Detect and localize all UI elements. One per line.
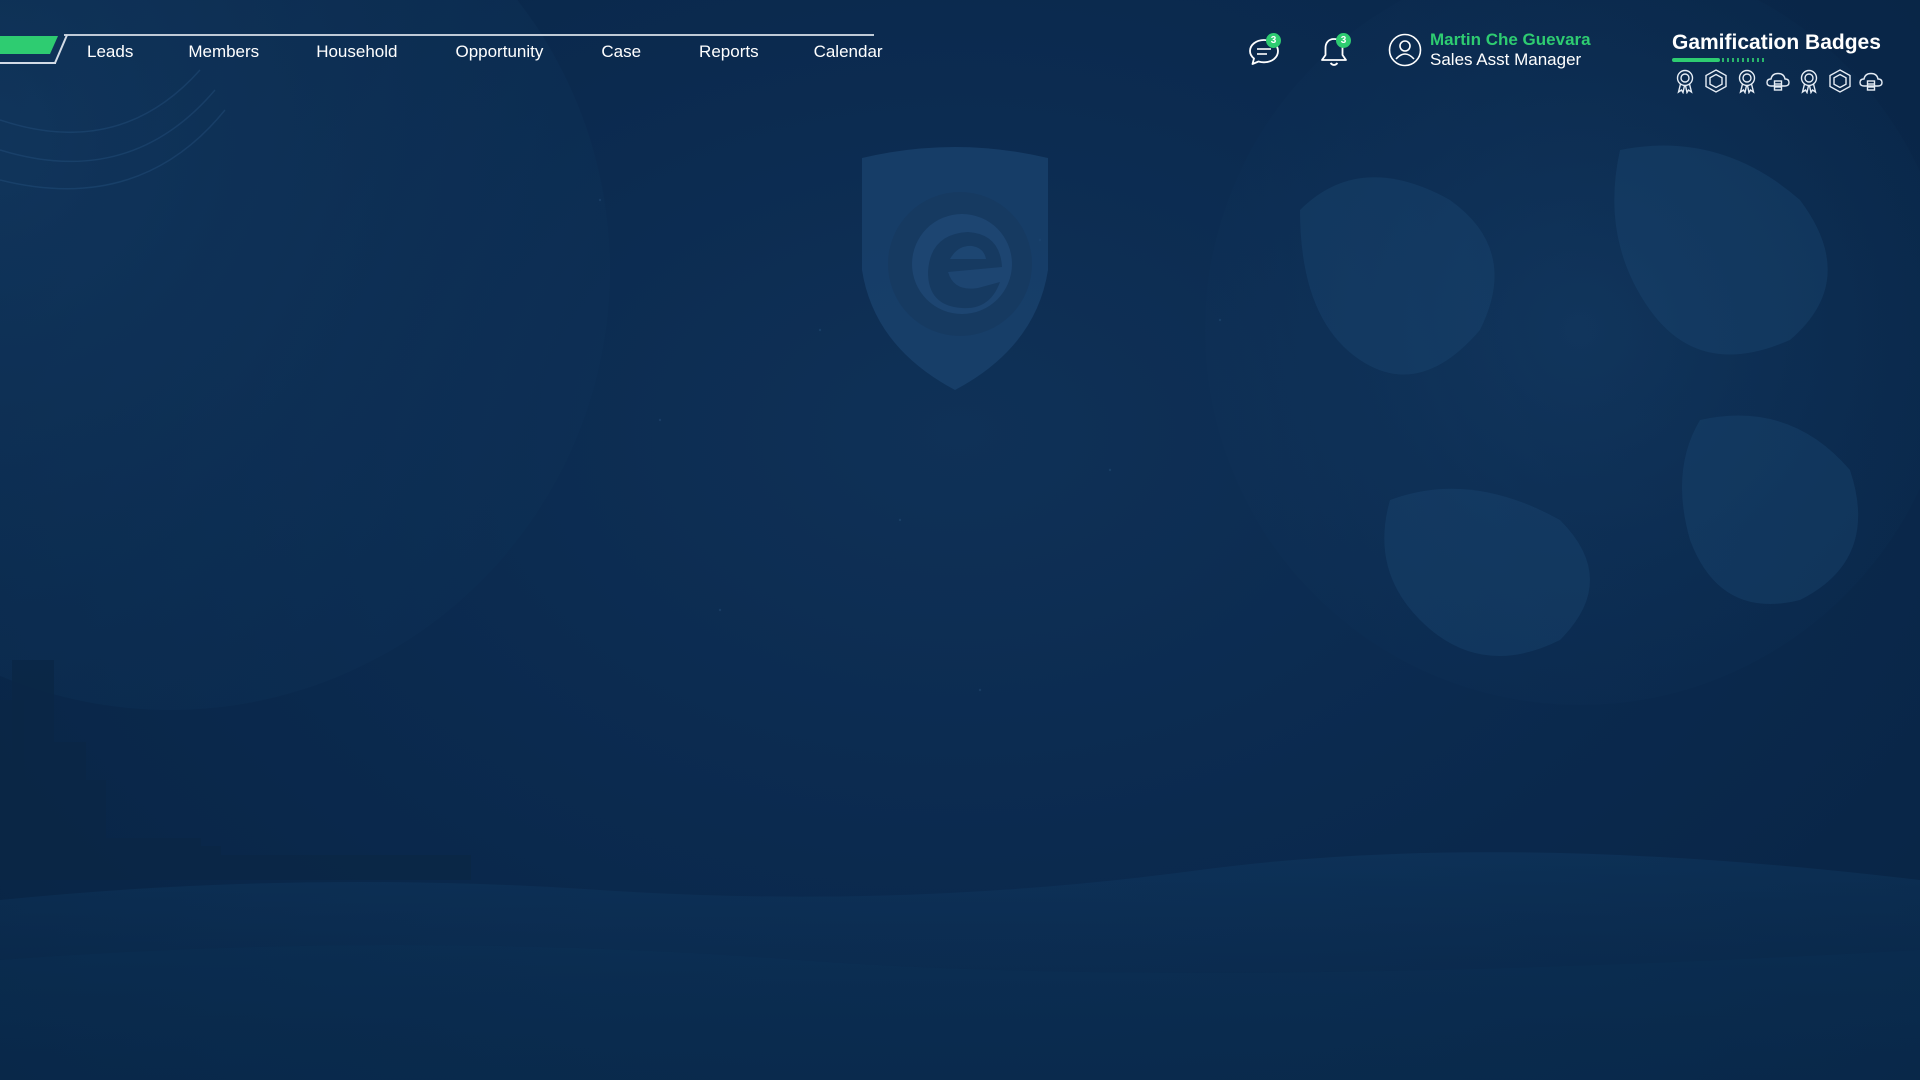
messages-count-badge: 3	[1266, 33, 1281, 48]
hexagon-icon[interactable]	[1703, 68, 1729, 94]
nav-item-reports[interactable]: Reports	[699, 42, 759, 62]
user-text: Martin Che Guevara Sales Asst Manager	[1430, 30, 1591, 70]
award-icon[interactable]	[1672, 68, 1698, 94]
award-icon[interactable]	[1796, 68, 1822, 94]
notifications-count-badge: 3	[1336, 33, 1351, 48]
nav-item-members[interactable]: Members	[188, 42, 259, 62]
user-avatar-icon	[1388, 33, 1422, 67]
hexagon-icon[interactable]	[1827, 68, 1853, 94]
brand-shield-logo	[862, 147, 1048, 390]
nav-item-opportunity[interactable]: Opportunity	[455, 42, 543, 62]
cloud-badge-icon[interactable]	[1765, 68, 1791, 94]
messages-button[interactable]: 3	[1246, 33, 1282, 70]
main-nav: Leads Members Household Opportunity Case…	[0, 34, 883, 64]
gamification-badges	[1672, 68, 1892, 94]
user-role: Sales Asst Manager	[1430, 50, 1582, 69]
gamification-progress	[1672, 58, 1766, 62]
award-icon[interactable]	[1734, 68, 1760, 94]
nav-item-leads[interactable]: Leads	[87, 42, 133, 62]
nav-item-calendar[interactable]: Calendar	[814, 42, 883, 62]
gamification-panel: Gamification Badges	[1672, 30, 1892, 94]
gamification-title: Gamification Badges	[1672, 31, 1881, 54]
user-name: Martin Che Guevara	[1430, 30, 1591, 49]
cloud-badge-icon[interactable]	[1858, 68, 1884, 94]
user-profile[interactable]: Martin Che Guevara Sales Asst Manager	[1388, 30, 1591, 70]
nav-item-case[interactable]: Case	[601, 42, 641, 62]
nav-accent-bar	[0, 34, 68, 64]
nav-item-household[interactable]: Household	[316, 42, 397, 62]
nav-items: Leads Members Household Opportunity Case…	[87, 42, 883, 62]
notifications-button[interactable]: 3	[1316, 33, 1352, 70]
nav-top-line	[64, 34, 874, 36]
